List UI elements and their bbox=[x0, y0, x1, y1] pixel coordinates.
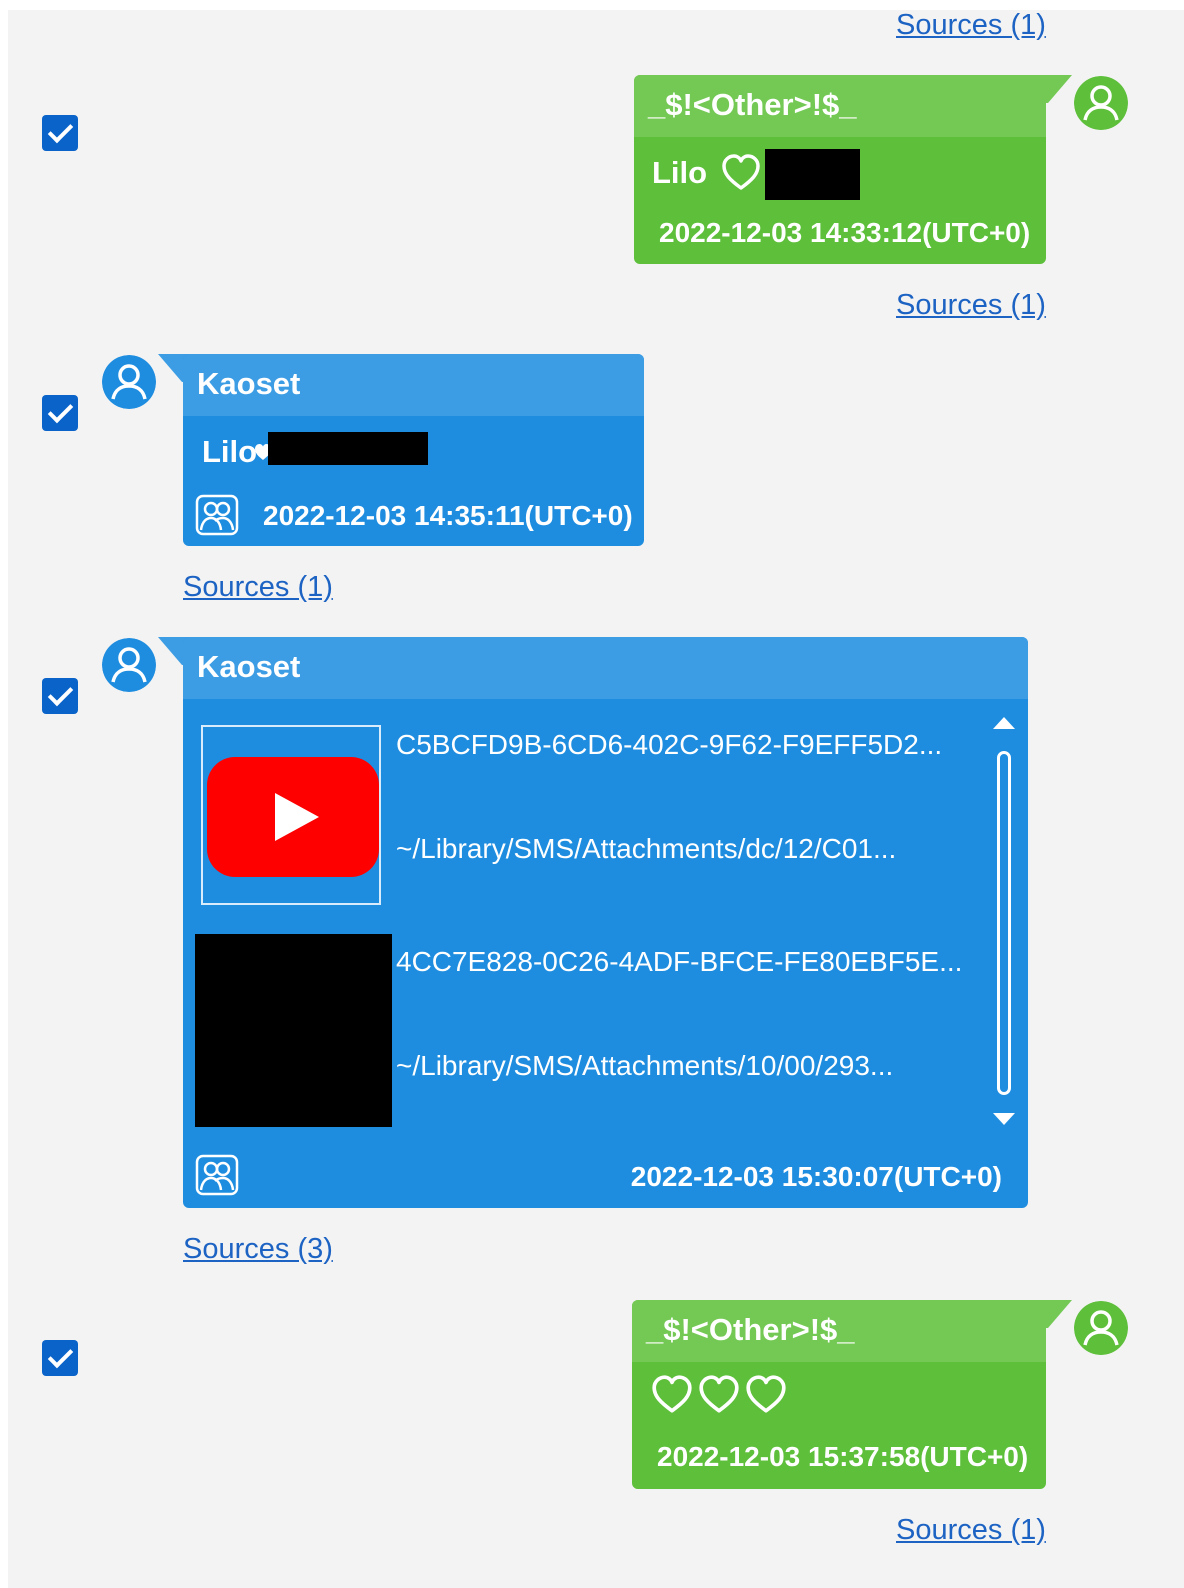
user-icon bbox=[102, 355, 156, 409]
attachment-path: ~/Library/SMS/Attachments/dc/12/C01... bbox=[396, 833, 897, 864]
sources-link[interactable]: Sources (3) bbox=[183, 1232, 333, 1266]
group-icon bbox=[195, 494, 239, 536]
message-bubble-incoming: Kaoset Lilo 2022-12-03 14:35:11(UTC+0) bbox=[183, 354, 644, 546]
message-bubble-incoming: Kaoset C5BCFD9B-6CD6-402C-9F62-F9EFF5D2.… bbox=[183, 637, 1028, 1208]
heart-outline-icon bbox=[746, 1375, 786, 1413]
bubble-header: Kaoset bbox=[183, 637, 1028, 699]
heart-outline-icon bbox=[699, 1375, 739, 1413]
message-checkbox[interactable] bbox=[42, 1340, 78, 1376]
message-bubble-outgoing: _$!<Other>!$_ Lilo 2022-12-03 14:33:12(U… bbox=[634, 75, 1046, 264]
scroll-down-arrow[interactable] bbox=[993, 1111, 1015, 1125]
message-timestamp: 2022-12-03 15:30:07(UTC+0) bbox=[630, 1161, 1002, 1192]
message-timestamp: 2022-12-03 14:35:11(UTC+0) bbox=[263, 500, 633, 531]
user-icon bbox=[102, 638, 156, 692]
sources-link[interactable]: Sources (1) bbox=[183, 570, 333, 604]
sender-name: Kaoset bbox=[197, 649, 301, 684]
attachment-thumbnail[interactable] bbox=[201, 725, 381, 905]
user-icon bbox=[1074, 76, 1128, 130]
message-checkbox[interactable] bbox=[42, 115, 78, 151]
sender-name: _$!<Other>!$_ bbox=[648, 87, 857, 122]
scroll-up-arrow[interactable] bbox=[993, 717, 1015, 731]
message-timestamp: 2022-12-03 15:37:58(UTC+0) bbox=[657, 1441, 1029, 1472]
bubble-tail bbox=[1040, 1300, 1072, 1328]
heart-outline-icon bbox=[652, 1375, 692, 1413]
youtube-play-icon bbox=[207, 757, 379, 877]
user-icon bbox=[1074, 1301, 1128, 1355]
group-icon bbox=[195, 1154, 239, 1196]
redacted-block bbox=[268, 432, 428, 465]
message-timestamp: 2022-12-03 14:33:12(UTC+0) bbox=[659, 217, 1031, 248]
message-checkbox[interactable] bbox=[42, 395, 78, 431]
attachment-path: ~/Library/SMS/Attachments/10/00/293... bbox=[396, 1050, 894, 1081]
sources-link[interactable]: Sources (1) bbox=[896, 1513, 1046, 1547]
sender-name: _$!<Other>!$_ bbox=[646, 1312, 855, 1347]
attachment-name: 4CC7E828-0C26-4ADF-BFCE-FE80EBF5E... bbox=[396, 946, 963, 977]
bubble-header: Kaoset bbox=[183, 354, 644, 416]
sender-name: Kaoset bbox=[197, 366, 301, 401]
bubble-header: _$!<Other>!$_ bbox=[632, 1300, 1046, 1362]
scrollbar-thumb[interactable] bbox=[997, 751, 1011, 1095]
sources-link[interactable]: Sources (1) bbox=[896, 288, 1046, 322]
attachment-thumbnail-redacted[interactable] bbox=[195, 934, 392, 1127]
bubble-header: _$!<Other>!$_ bbox=[634, 75, 1046, 137]
redacted-block bbox=[765, 149, 860, 200]
sources-link[interactable]: Sources (1) bbox=[896, 8, 1046, 42]
attachment-name: C5BCFD9B-6CD6-402C-9F62-F9EFF5D2... bbox=[396, 729, 943, 760]
message-bubble-outgoing: _$!<Other>!$_ 2022-12-03 15:37:58(UTC+0) bbox=[632, 1300, 1046, 1489]
message-text: Lilo bbox=[652, 155, 708, 190]
bubble-tail bbox=[1040, 75, 1072, 103]
heart-outline-icon bbox=[722, 154, 760, 190]
message-text: Lilo bbox=[202, 434, 258, 469]
message-checkbox[interactable] bbox=[42, 678, 78, 714]
